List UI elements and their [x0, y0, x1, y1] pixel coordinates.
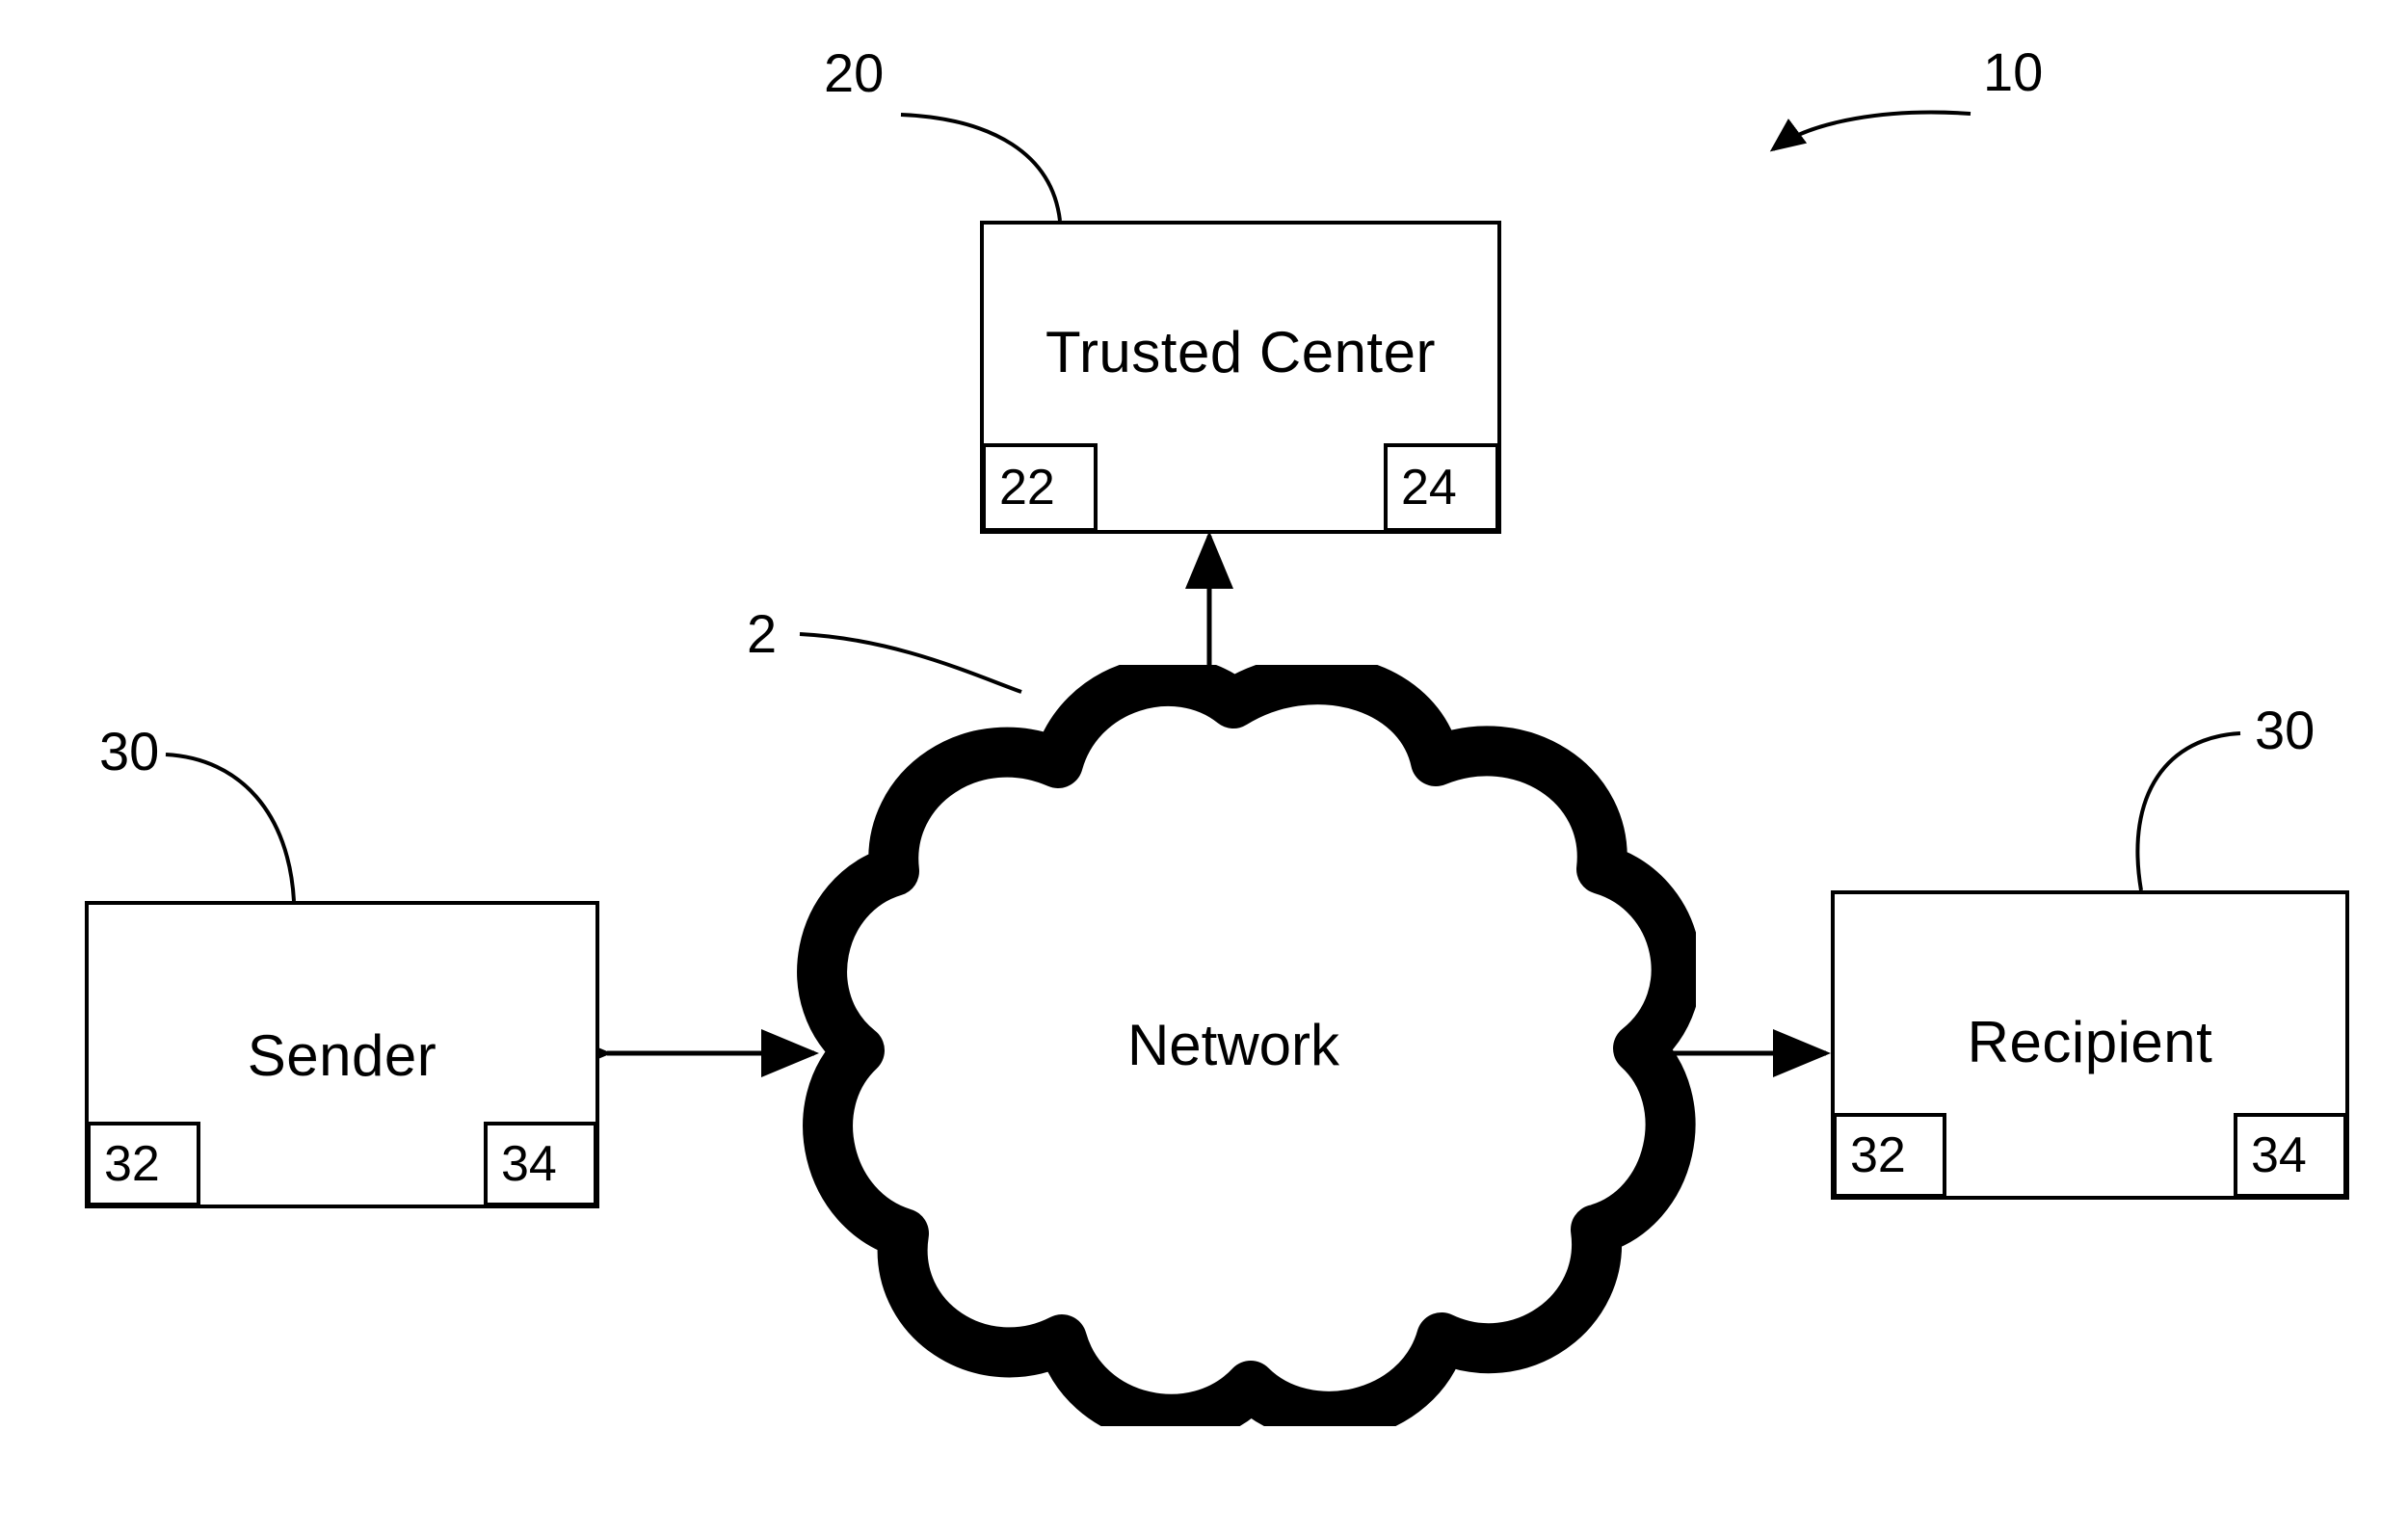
recipient-subunit-34-number: 34 [2251, 1127, 2307, 1183]
trusted-center-subunit-22-number: 22 [999, 460, 1055, 516]
node-sender[interactable]: Sender 32 34 [85, 901, 599, 1208]
node-recipient[interactable]: Recipient 32 34 [1831, 890, 2349, 1200]
reference-numeral-2: 2 [747, 603, 778, 664]
node-trusted-center-label: Trusted Center [1045, 320, 1436, 384]
node-recipient-label: Recipient [1967, 1010, 2213, 1074]
recipient-subunit-32[interactable]: 32 [1833, 1113, 1946, 1198]
patent-figure: Trusted Center 22 24 Network Sender 32 3… [0, 0, 2408, 1536]
sender-subunit-32-number: 32 [104, 1136, 160, 1192]
node-sender-label: Sender [247, 1023, 437, 1088]
sender-subunit-32[interactable]: 32 [87, 1122, 200, 1206]
leader-line-10 [1769, 110, 1971, 152]
reference-numeral-10: 10 [1983, 41, 2044, 102]
leader-line-30-left [165, 753, 296, 902]
leader-line-30-right [2135, 731, 2241, 891]
reference-numeral-30-right: 30 [2255, 700, 2315, 760]
sender-subunit-34[interactable]: 34 [484, 1122, 597, 1206]
recipient-subunit-34[interactable]: 34 [2234, 1113, 2347, 1198]
recipient-subunit-32-number: 32 [1850, 1127, 1906, 1183]
leader-line-20 [900, 113, 1062, 222]
sender-subunit-34-number: 34 [501, 1136, 557, 1192]
node-network-label: Network [1126, 1013, 1340, 1077]
reference-numeral-30-left: 30 [99, 721, 160, 781]
trusted-center-subunit-22[interactable]: 22 [982, 443, 1098, 532]
reference-numeral-20: 20 [824, 42, 885, 103]
trusted-center-subunit-24[interactable]: 24 [1384, 443, 1499, 532]
trusted-center-subunit-24-number: 24 [1401, 460, 1457, 516]
node-trusted-center[interactable]: Trusted Center 22 24 [980, 221, 1501, 534]
